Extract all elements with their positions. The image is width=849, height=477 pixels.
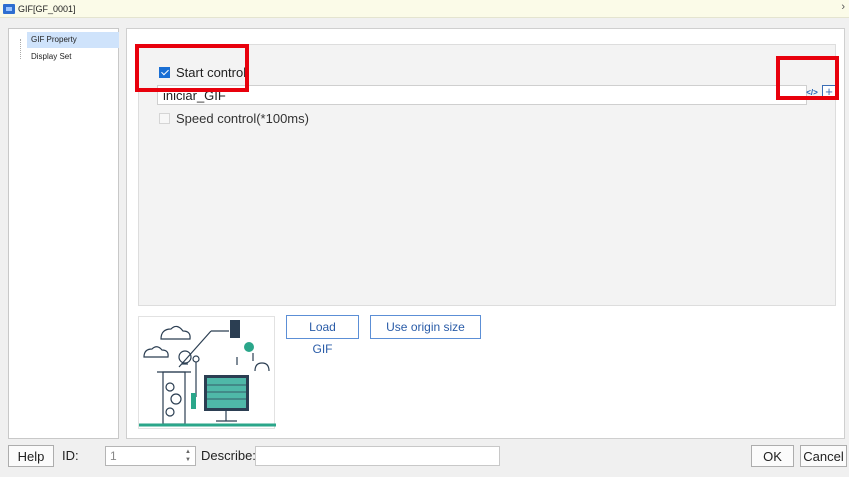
bulb-shape [178,350,192,364]
title-bar: GIF[GF_0001] › [0,0,849,18]
id-label: ID: [62,448,79,463]
describe-input[interactable] [255,446,500,466]
window-title: GIF[GF_0001] [18,3,76,14]
gear-icon [165,382,175,392]
tree-item-display-set[interactable]: Display Set [27,49,75,65]
spin-arrows-icon[interactable]: ▲ ▼ [183,448,193,464]
tree-item-gif-property[interactable]: GIF Property [27,32,119,48]
code-icon[interactable]: </> [805,85,819,99]
plus-icon[interactable]: + [822,85,836,99]
phone-shape [230,320,240,338]
cloud-shape-top [160,325,191,340]
field-actions: </> + [805,85,836,99]
main-pane: Start control </> + Speed control(*100ms… [126,28,845,439]
tree-connector [20,39,21,59]
property-tree: GIF Property Display Set [8,28,119,439]
app-icon [3,3,15,14]
describe-label: Describe: [201,448,256,463]
gif-preview-illustration [139,320,276,427]
speed-control-checkbox[interactable] [159,113,170,124]
ok-button[interactable]: OK [751,445,794,467]
cloud-shape-left [143,346,169,358]
server-tower [162,371,186,425]
start-control-input[interactable] [157,85,807,105]
footer-bar: Help ID: ▲▼ Describe: OK Cancel [0,443,849,477]
chevron-right-icon[interactable]: › [841,1,845,13]
id-input[interactable] [106,447,182,465]
help-button[interactable]: Help [8,445,54,467]
id-stepper[interactable]: ▲▼ [105,446,196,466]
use-origin-size-button[interactable]: Use origin size [370,315,481,339]
start-control-checkbox[interactable] [159,67,170,78]
headphone-shape [254,362,270,372]
start-control-option[interactable]: Start control [159,65,246,80]
load-gif-button[interactable]: Load GIF [286,315,359,356]
speed-control-label: Speed control(*100ms) [176,111,309,126]
cancel-button[interactable]: Cancel [800,445,847,467]
speed-control-option[interactable]: Speed control(*100ms) [159,111,309,126]
gif-preview [138,316,276,429]
start-control-label: Start control [176,65,247,80]
property-panel: Start control </> + Speed control(*100ms… [138,44,836,306]
